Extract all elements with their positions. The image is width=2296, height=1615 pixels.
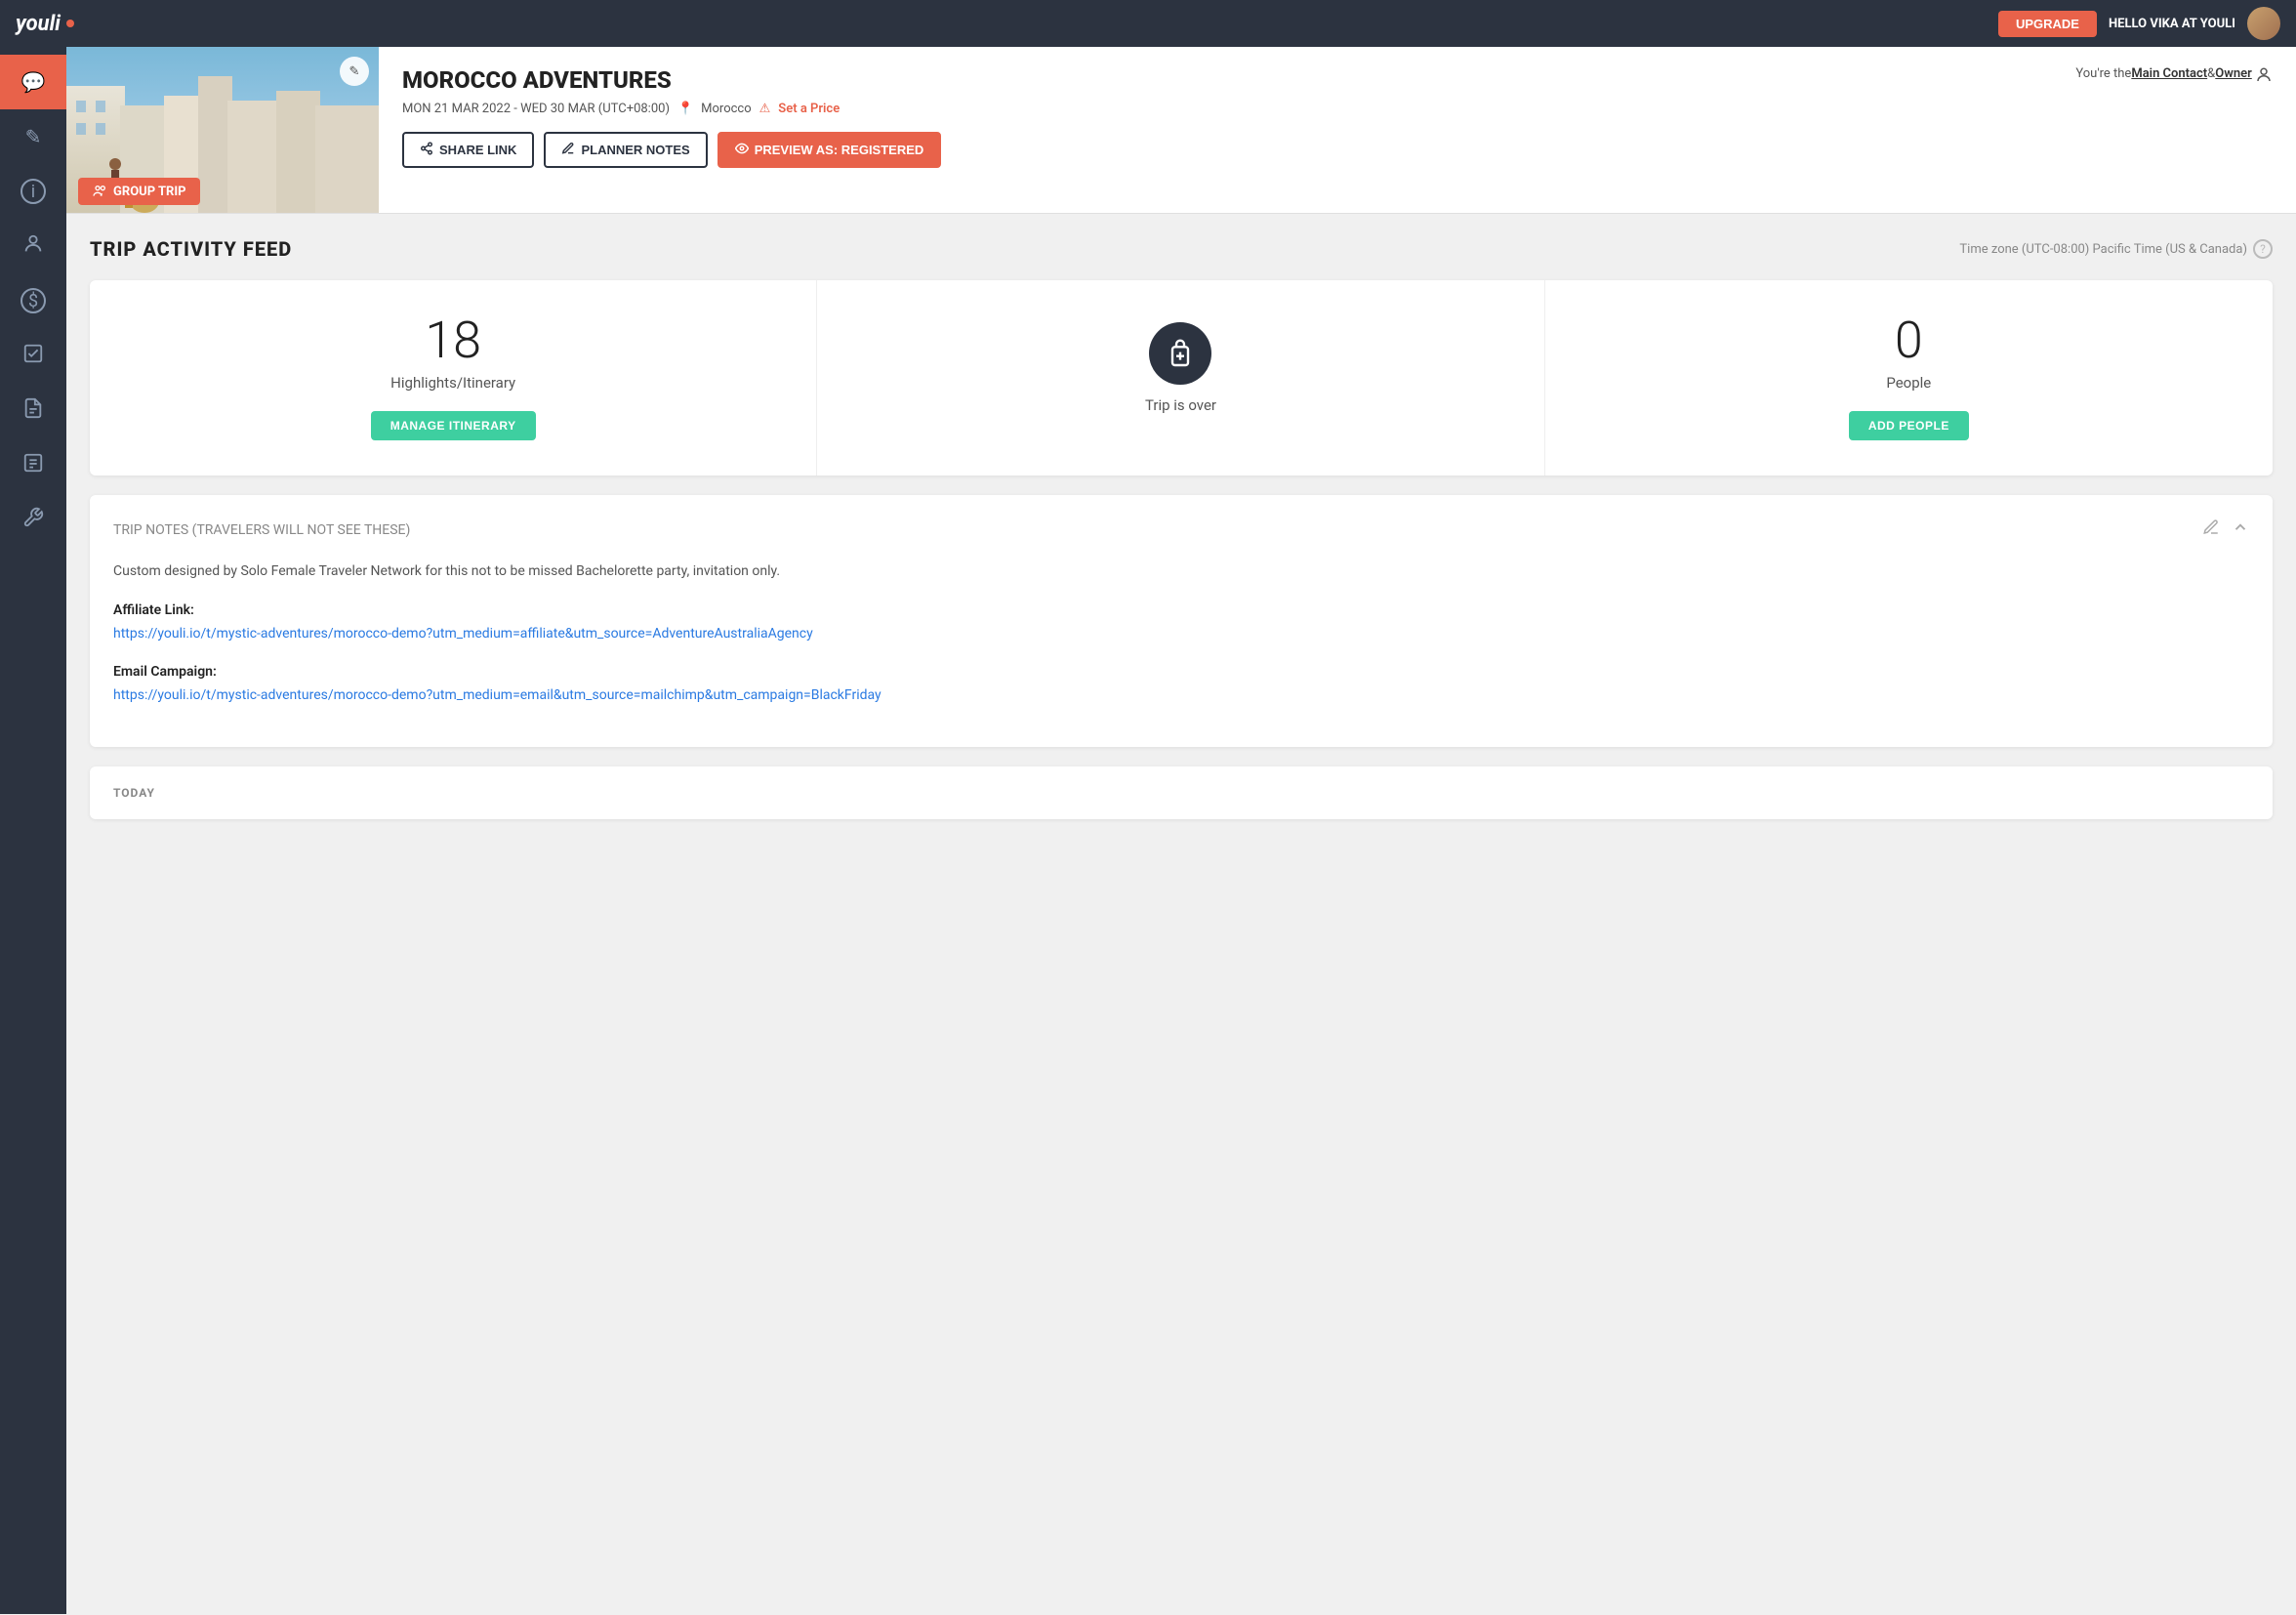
trip-actions: SHARE LINK PLANNER NOTES PREVIEW AS: REG… [402,132,2029,168]
set-price-link[interactable]: Set a Price [778,102,840,116]
today-card: TODAY [90,766,2273,819]
trip-notes-card: TRIP NOTES (travelers will not see these… [90,495,2273,747]
owner-link[interactable]: Owner [2215,66,2252,81]
logo-text: youli [16,12,61,36]
affiliate-section: Affiliate Link: https://youli.io/t/mysti… [113,600,2249,646]
content-area: TRIP ACTIVITY FEED Time zone (UTC-08:00)… [66,214,2296,1615]
info-icon: i [20,179,46,204]
edit-trip-image-button[interactable]: ✎ [340,57,369,86]
page-wrapper: 💬 ✎ i $ [0,47,2296,1615]
upgrade-button[interactable]: UPGRADE [1998,11,2097,37]
people-number: 0 [1895,315,1923,366]
luggage-icon [1149,322,1211,385]
sidebar-item-reports[interactable] [0,437,66,492]
wrench-icon [22,507,44,533]
logo[interactable]: youli [16,12,74,36]
location-pin-icon: 📍 [677,102,693,116]
trip-status-label: Trip is over [1145,396,1216,414]
share-link-button[interactable]: SHARE LINK [402,132,534,168]
collapse-notes-icon[interactable] [2232,518,2249,541]
notes-title: TRIP NOTES (travelers will not see these… [113,522,410,538]
notes-actions [2202,518,2249,541]
eye-icon [735,142,749,158]
trip-dates: MON 21 MAR 2022 - WED 30 MAR (UTC+08:00)… [402,102,2029,116]
today-label: TODAY [113,786,2249,800]
highlights-number: 18 [425,315,481,366]
timezone-info: Time zone (UTC-08:00) Pacific Time (US &… [1959,239,2273,259]
trip-title: MOROCCO ADVENTURES [402,66,2029,94]
sidebar-item-payments[interactable]: $ [0,273,66,328]
main-content: ✎ GROUP TRIP MOROCCO ADVENTURES MON 21 M… [66,47,2296,1615]
top-nav-right: UPGRADE HELLO VIKA AT YOULI [1998,7,2280,40]
sidebar-item-activity-feed[interactable]: 💬 [0,55,66,109]
section-title: TRIP ACTIVITY FEED [90,237,292,261]
main-contact-link[interactable]: Main Contact [2131,66,2207,81]
preview-button[interactable]: PREVIEW AS: REGISTERED [718,132,942,168]
dollar-icon: $ [20,288,46,313]
trip-header: ✎ GROUP TRIP MOROCCO ADVENTURES MON 21 M… [66,47,2296,214]
document-icon [22,397,44,424]
top-navigation: youli UPGRADE HELLO VIKA AT YOULI [0,0,2296,47]
notes-subtitle: (travelers will not see these) [192,522,411,538]
sidebar-item-edit[interactable]: ✎ [0,109,66,164]
add-people-button[interactable]: ADD PEOPLE [1849,411,1969,440]
timezone-text: Time zone (UTC-08:00) Pacific Time (US &… [1959,242,2247,257]
affiliate-label: Affiliate Link: [113,602,194,618]
highlights-label: Highlights/Itinerary [390,374,515,392]
pencil-icon: ✎ [25,125,42,148]
trip-image-overlay: GROUP TRIP [66,170,379,213]
email-label: Email Campaign: [113,664,217,680]
planner-notes-button[interactable]: PLANNER NOTES [544,132,707,168]
date-range: MON 21 MAR 2022 - WED 30 MAR (UTC+08:00) [402,102,670,116]
sidebar-item-settings[interactable] [0,492,66,547]
section-header: TRIP ACTIVITY FEED Time zone (UTC-08:00)… [90,237,2273,261]
share-icon [420,142,433,158]
sidebar-item-docs[interactable] [0,383,66,437]
avatar[interactable] [2247,7,2280,40]
notes-header: TRIP NOTES (travelers will not see these… [113,518,2249,541]
stats-row: 18 Highlights/Itinerary MANAGE ITINERARY [90,280,2273,476]
email-link[interactable]: https://youli.io/t/mystic-adventures/mor… [113,687,882,703]
sidebar-item-people[interactable] [0,219,66,273]
trip-status-card: Trip is over [817,280,1544,476]
sidebar-item-checklist[interactable] [0,328,66,383]
chat-icon: 💬 [21,70,46,94]
notes-icon [561,142,575,158]
manage-itinerary-button[interactable]: MANAGE ITINERARY [371,411,536,440]
trip-info: MOROCCO ADVENTURES MON 21 MAR 2022 - WED… [379,47,2052,213]
person-icon [22,233,44,260]
notes-text: Custom designed by Solo Female Traveler … [113,560,2249,584]
warning-icon: ⚠ [759,102,771,116]
edit-notes-icon[interactable] [2202,518,2220,541]
people-label: People [1886,374,1931,392]
help-icon[interactable]: ? [2253,239,2273,259]
highlights-card: 18 Highlights/Itinerary MANAGE ITINERARY [90,280,817,476]
group-trip-badge: GROUP TRIP [78,178,200,205]
affiliate-link[interactable]: https://youli.io/t/mystic-adventures/mor… [113,626,813,642]
trip-image: ✎ GROUP TRIP [66,47,379,213]
notes-body: Custom designed by Solo Female Traveler … [113,560,2249,708]
group-icon [92,184,107,199]
sidebar: 💬 ✎ i $ [0,47,66,1614]
trip-header-role: You're the Main Contact & Owner [2052,47,2296,213]
hello-text: HELLO VIKA AT YOULI [2109,17,2235,31]
pencil-small-icon: ✎ [349,64,360,79]
person-role-icon [2255,66,2273,88]
reports-icon [22,452,44,478]
logo-dot-icon [66,20,74,27]
location: Morocco [701,102,751,116]
email-section: Email Campaign: https://youli.io/t/mysti… [113,661,2249,708]
people-card: 0 People ADD PEOPLE [1545,280,2273,476]
group-trip-label: GROUP TRIP [113,185,186,199]
checklist-icon [22,343,44,369]
sidebar-item-info[interactable]: i [0,164,66,219]
